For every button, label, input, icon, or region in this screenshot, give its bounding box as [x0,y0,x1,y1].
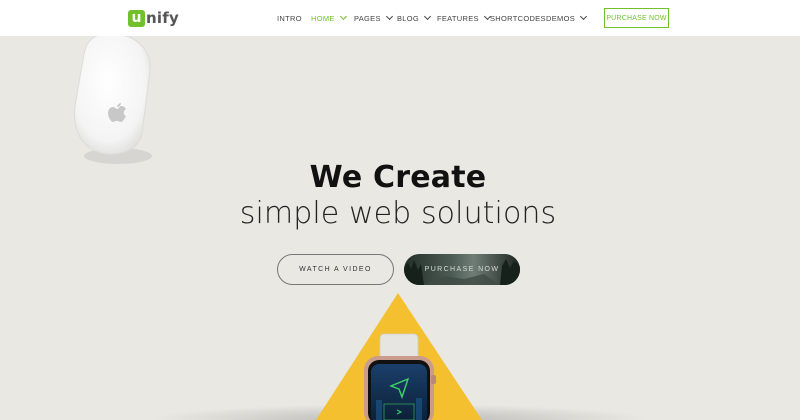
chevron-down-icon [424,12,432,21]
chevron-down-icon [385,12,393,21]
nav-item-label: DEMOS [546,13,576,23]
watch-icon [364,356,434,420]
nav-item-label: BLOG [397,13,420,23]
chevron-down-icon [339,12,347,21]
hero-subtitle: simple web solutions [239,196,557,231]
nav-item-shortcodes[interactable]: SHORTCODES [490,0,546,36]
magic-mouse-image [62,30,162,170]
chevron-down-icon [579,12,588,21]
nav-item-blog[interactable]: BLOG [397,0,432,36]
nav-item-pages[interactable]: PAGES [354,0,393,36]
top-navbar: u nify INTRO HOME PAGES BLOG FEATURES SH… [0,0,800,36]
logo-mark: u [128,9,145,27]
navigation-arrow-icon [389,377,410,400]
purchase-now-label: PURCHASE NOW [424,266,500,273]
nav-item-label: INTRO [277,13,302,23]
purchase-now-header-button[interactable]: PURCHASE NOW [604,8,669,28]
nav-item-demos[interactable]: DEMOS [546,0,588,36]
brand-logo[interactable]: u nify [128,8,179,28]
yellow-triangle [316,293,482,420]
nav-item-label: SHORTCODES [490,13,546,23]
nav-item-home[interactable]: HOME [311,0,347,36]
hero-title: We Create [309,160,487,195]
nav-item-features[interactable]: FEATURES [437,0,491,36]
nav-item-label: PAGES [354,13,381,23]
purchase-now-button[interactable]: PURCHASE NOW [404,254,520,285]
nav-item-intro[interactable]: INTRO [277,0,302,36]
watch-video-button[interactable]: WATCH A VIDEO [277,254,394,285]
logo-text: nify [146,9,179,27]
nav-item-label: FEATURES [437,13,479,23]
nav-item-label: HOME [311,13,335,23]
watch-video-label: WATCH A VIDEO [299,266,372,273]
